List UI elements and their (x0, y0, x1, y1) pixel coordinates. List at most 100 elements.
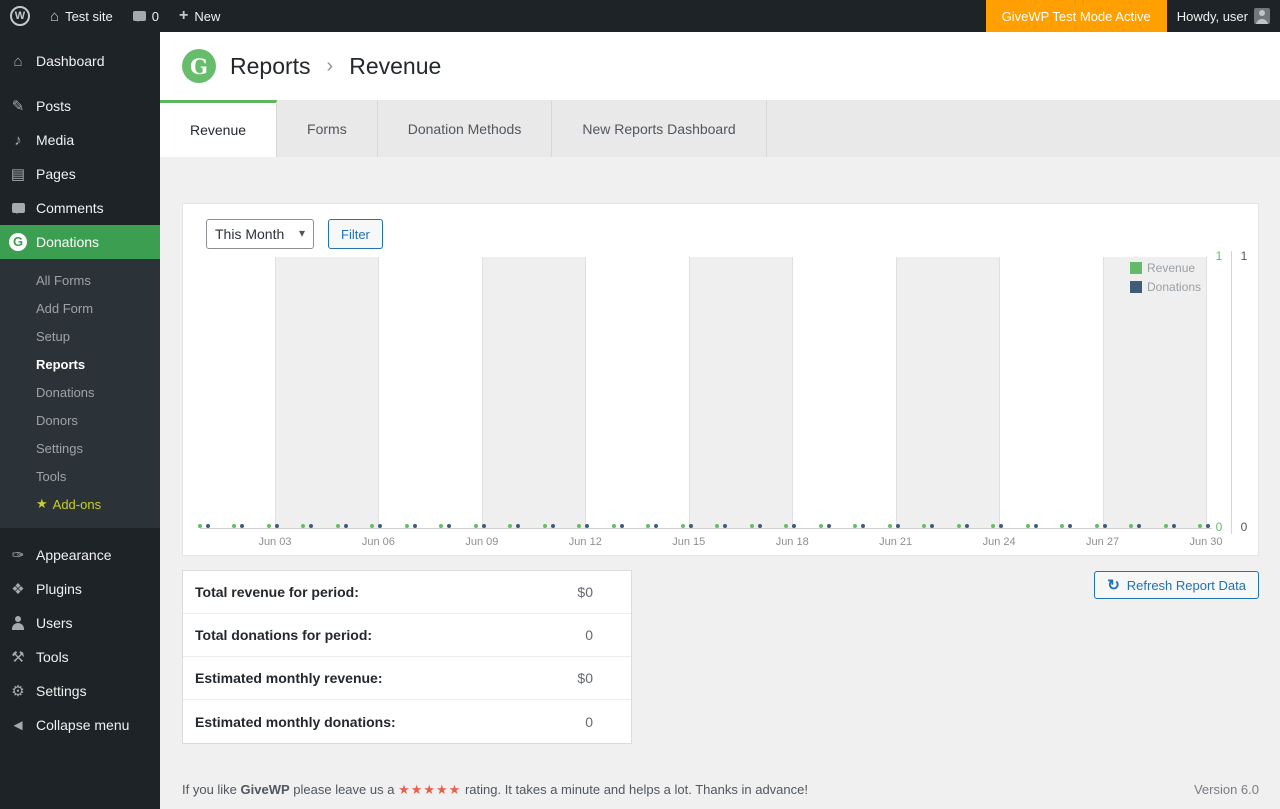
tab-new-reports-dashboard[interactable]: New Reports Dashboard (552, 100, 767, 157)
rating-stars[interactable]: ★★★★★ (398, 782, 461, 797)
chart-gridline (481, 257, 483, 528)
table-row: Estimated monthly donations: 0 (183, 700, 631, 743)
summary-value: 0 (585, 713, 593, 730)
legend-label: Donations (1147, 280, 1202, 294)
submenu-item-reports[interactable]: Reports (0, 350, 160, 378)
sidebar-item-settings[interactable]: ⚙ Settings (0, 674, 160, 708)
sidebar-item-donations[interactable]: G Donations (0, 225, 160, 259)
chart-x-tick-label: Jun 09 (465, 536, 499, 548)
chart-gridline (895, 257, 897, 528)
howdy-account-link[interactable]: Howdy, user (1167, 0, 1280, 32)
sidebar-item-label: Dashboard (36, 53, 105, 69)
collapse-menu-button[interactable]: ◄ Collapse menu (0, 708, 160, 742)
tab-forms[interactable]: Forms (277, 100, 378, 157)
chart-point-revenue (335, 524, 340, 528)
wordpress-logo-icon: W (10, 6, 30, 26)
sidebar-item-tools[interactable]: ⚒ Tools (0, 640, 160, 674)
submenu-item-donors[interactable]: Donors (0, 406, 160, 434)
page-footer: If you like GiveWP please leave us a ★★★… (182, 782, 1259, 798)
chart-point-donations (964, 524, 969, 528)
sidebar-item-label: Collapse menu (36, 717, 130, 733)
tab-label: New Reports Dashboard (582, 120, 736, 137)
sidebar-item-appearance[interactable]: ✑ Appearance (0, 538, 160, 572)
chart-point-revenue (680, 524, 685, 528)
chart-band (895, 257, 1000, 528)
new-content-button[interactable]: + New (169, 0, 230, 32)
chart-y-axis-label: 1 (1240, 249, 1248, 263)
reports-page-header: G Reports › Revenue (160, 32, 1280, 100)
submenu-label: Add Form (36, 300, 94, 316)
chart-y-axis-label: 0 (1215, 520, 1223, 534)
sidebar-item-label: Donations (36, 234, 100, 250)
rating-request-text: If you like GiveWP please leave us a ★★★… (182, 782, 808, 798)
tab-label: Revenue (190, 122, 247, 138)
sidebar-item-comments[interactable]: Comments (0, 191, 160, 225)
sidebar-item-label: Comments (36, 200, 104, 216)
revenue-report-card: This Month ▾ Filter Revenue Donations Ju… (182, 203, 1259, 556)
test-mode-badge[interactable]: GiveWP Test Mode Active (985, 0, 1167, 32)
sidebar-item-plugins[interactable]: ❖ Plugins (0, 572, 160, 606)
submenu-item-setup[interactable]: Setup (0, 322, 160, 350)
chart-point-revenue (1163, 524, 1168, 528)
submenu-item-add-ons[interactable]: ★ Add-ons (0, 490, 160, 518)
site-name-link[interactable]: ⌂ Test site (40, 0, 123, 32)
plus-icon: + (178, 7, 189, 24)
sidebar-item-label: Settings (36, 683, 87, 699)
period-select-wrap: This Month ▾ (206, 219, 314, 249)
sidebar-item-dashboard[interactable]: ⌂ Dashboard (0, 44, 160, 78)
chart-point-revenue (198, 524, 202, 528)
summary-label: Total revenue for period: (195, 584, 359, 600)
submenu-label: Donations (36, 384, 95, 400)
tab-donation-methods[interactable]: Donation Methods (378, 100, 553, 157)
test-mode-label: GiveWP Test Mode Active (1001, 8, 1151, 24)
submenu-item-add-form[interactable]: Add Form (0, 294, 160, 322)
pages-icon: ▤ (10, 166, 26, 183)
comment-count: 0 (151, 8, 159, 24)
breadcrumb-separator: › (326, 54, 334, 77)
menu-separator (0, 528, 160, 538)
legend-label: Revenue (1147, 261, 1196, 275)
chart-x-tick-label: Jun 15 (672, 536, 706, 548)
tools-icon: ⚒ (11, 649, 25, 666)
chart-point-donations (412, 524, 417, 528)
period-select[interactable]: This Month (206, 219, 314, 249)
tab-revenue[interactable]: Revenue (160, 100, 278, 157)
donations-submenu: All Forms Add Form Setup Reports Donatio… (0, 259, 160, 528)
new-label: New (194, 8, 221, 24)
submenu-label: Reports (36, 356, 86, 372)
submenu-item-donations[interactable]: Donations (0, 378, 160, 406)
dashboard-icon: ⌂ (13, 52, 23, 70)
submenu-item-settings[interactable]: Settings (0, 434, 160, 462)
summary-table: Total revenue for period: $0 Total donat… (182, 570, 632, 744)
sidebar-item-media[interactable]: ♪ Media (0, 123, 160, 157)
filter-button[interactable]: Filter (328, 219, 383, 249)
submenu-label: Tools (36, 468, 67, 484)
sidebar-item-pages[interactable]: ▤ Pages (0, 157, 160, 191)
refresh-report-data-button[interactable]: ↻ Refresh Report Data (1094, 571, 1259, 599)
legend-row-revenue: Revenue (1130, 261, 1201, 275)
admin-bar: W ⌂ Test site 0 + New GiveWP Test Mode A… (0, 0, 1280, 32)
revenue-swatch-icon (1130, 262, 1142, 274)
table-row: Estimated monthly revenue: $0 (183, 657, 631, 700)
chart-x-tick-label: Jun 03 (258, 536, 292, 548)
sidebar-item-users[interactable]: Users (0, 606, 160, 640)
sidebar-item-label: Tools (36, 649, 69, 665)
chart-gridline (585, 257, 587, 528)
chart-point-donations (1102, 524, 1107, 528)
version-label: Version 6.0 (1193, 782, 1259, 797)
givewp-donations-icon: G (8, 233, 28, 251)
chart-band (688, 257, 793, 528)
submenu-item-all-forms[interactable]: All Forms (0, 266, 160, 294)
submenu-label: Donors (36, 412, 78, 428)
comments-admin-link[interactable]: 0 (123, 0, 169, 32)
collapse-arrow-icon: ◄ (10, 716, 26, 734)
chart-band (481, 257, 586, 528)
sidebar-item-posts[interactable]: ✎ Posts (0, 89, 160, 123)
sidebar-item-label: Media (36, 132, 75, 148)
wordpress-menu-button[interactable]: W (0, 0, 40, 32)
submenu-item-tools[interactable]: Tools (0, 462, 160, 490)
chart-x-tick-label: Jun 18 (775, 536, 809, 548)
chart-point-revenue (1198, 524, 1202, 528)
chart-x-tick-label: Jun 12 (568, 536, 602, 548)
submenu-label: Settings (36, 440, 83, 456)
